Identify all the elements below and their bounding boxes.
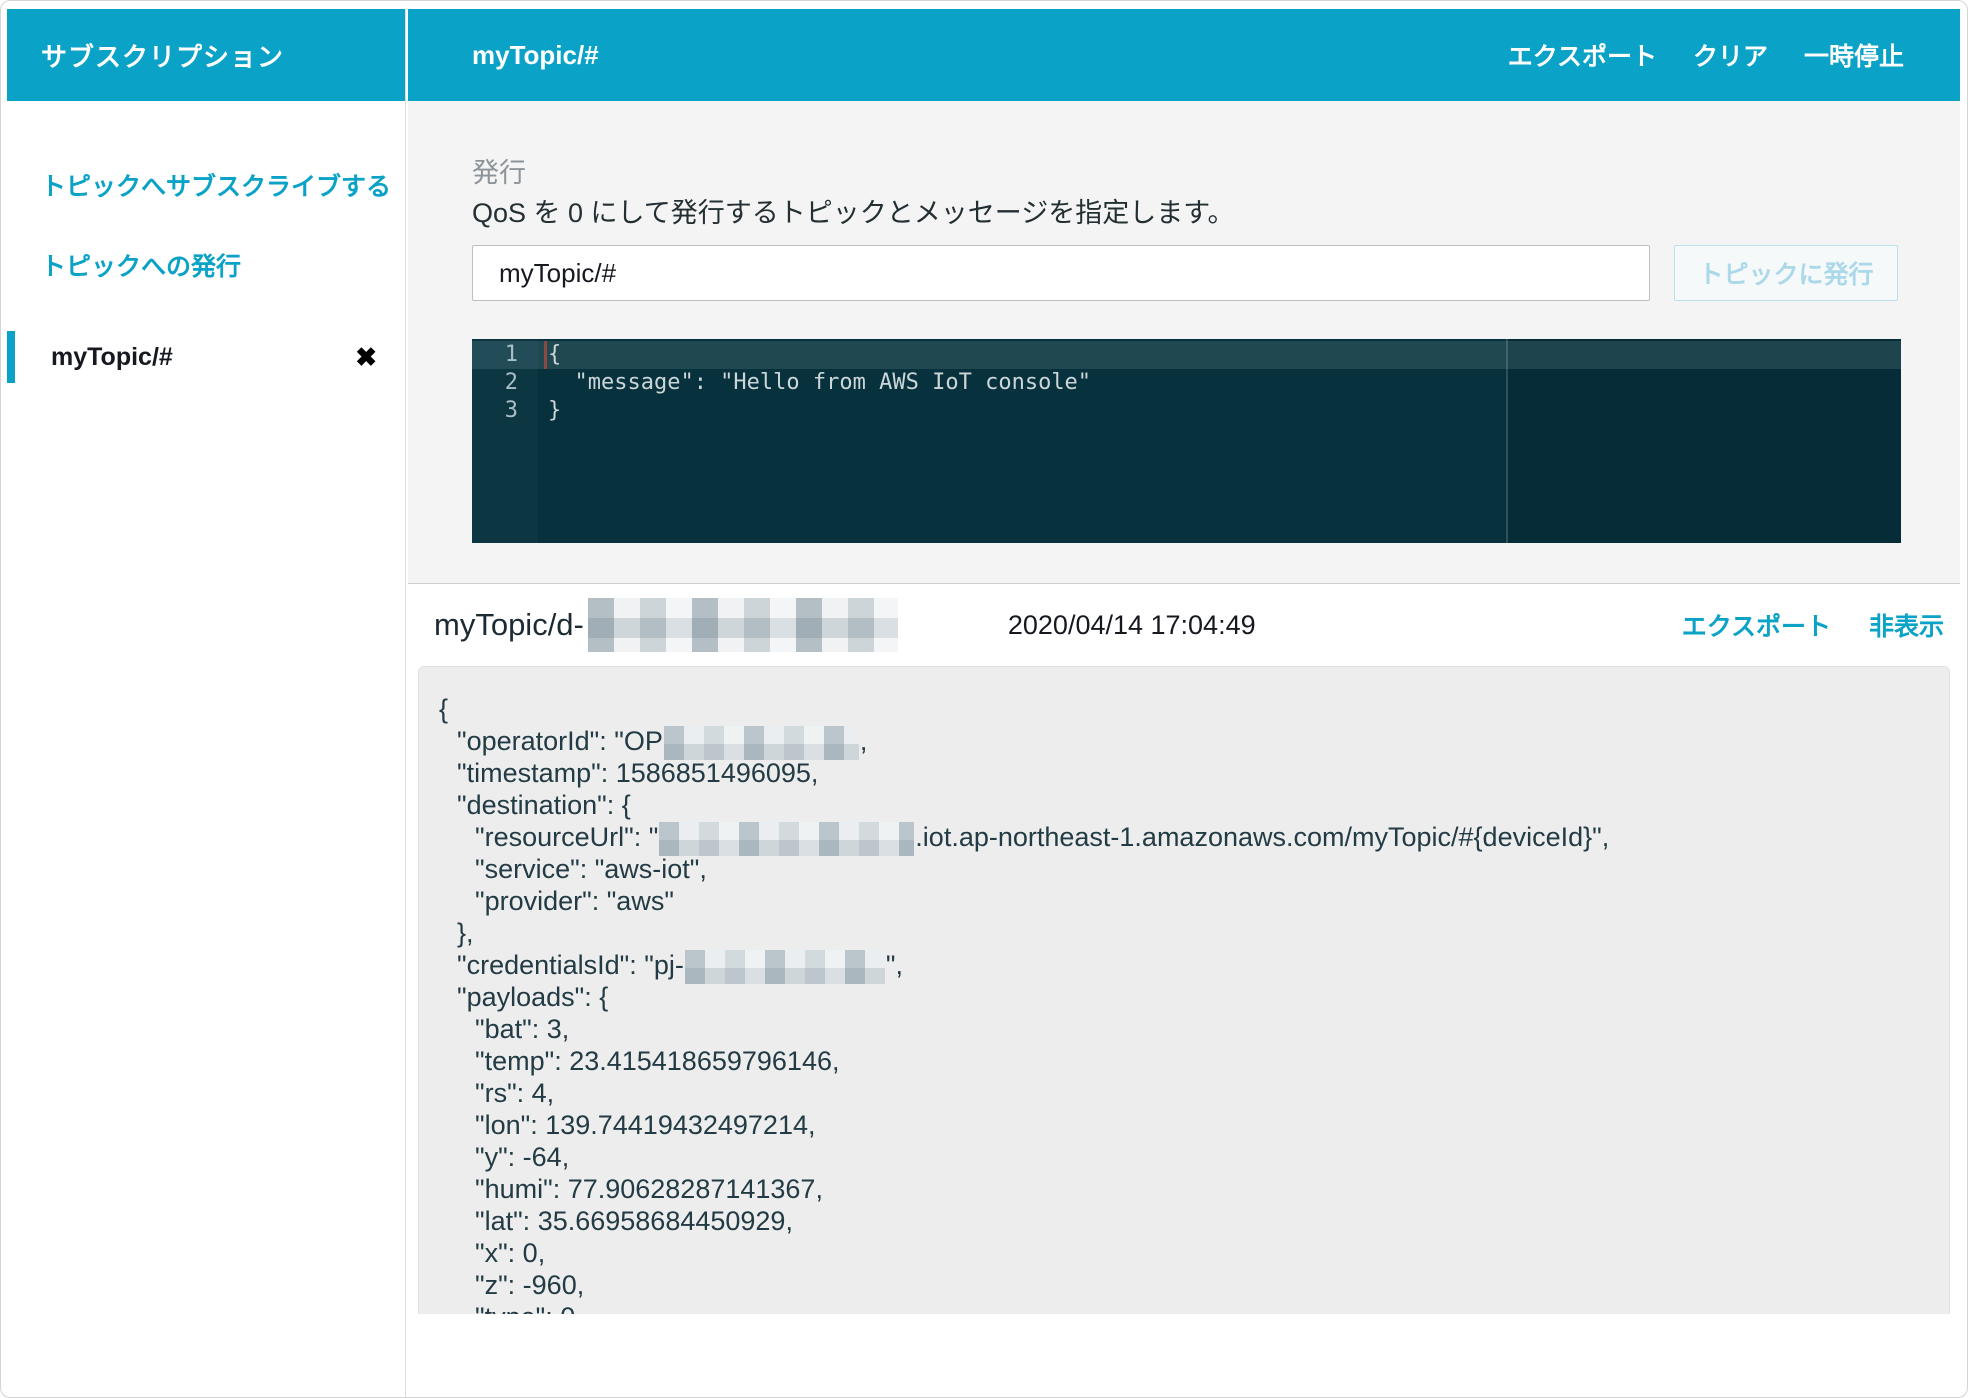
export-button[interactable]: エクスポート bbox=[1508, 37, 1657, 73]
json-text: "rs": 4, bbox=[475, 1078, 555, 1108]
redacted-value bbox=[663, 725, 859, 760]
header-actions: エクスポート クリア 一時停止 bbox=[1508, 37, 1904, 73]
message-hide-button[interactable]: 非表示 bbox=[1869, 607, 1944, 643]
json-text: "y": -64, bbox=[475, 1142, 570, 1172]
clear-button[interactable]: クリア bbox=[1693, 37, 1768, 73]
json-text: "z": -960, bbox=[475, 1270, 585, 1300]
json-line: }, bbox=[439, 917, 1949, 949]
subscribe-to-topic-link[interactable]: トピックへサブスクライブする bbox=[41, 167, 405, 203]
close-icon[interactable]: ✖ bbox=[355, 344, 377, 370]
redacted-device-id bbox=[587, 598, 898, 652]
message-actions: エクスポート 非表示 bbox=[1682, 607, 1944, 643]
json-line: "resourceUrl": " .iot.ap-northeast-1.amaz… bbox=[439, 821, 1949, 856]
publish-description: QoS を 0 にして発行するトピックとメッセージを指定します。 bbox=[472, 198, 1235, 228]
publish-heading: 発行 bbox=[472, 158, 526, 188]
message-header: myTopic/d- 2020/04/14 17:04:49 エクスポート 非表… bbox=[408, 584, 1960, 666]
json-text: .iot.ap-northeast-1.amazonaws.com/myTopi… bbox=[915, 822, 1610, 852]
text-cursor bbox=[544, 341, 547, 369]
editor-lines: 1{2 "message": "Hello from AWS IoT conso… bbox=[472, 341, 1901, 425]
json-text: "lat": 35.66958684450929, bbox=[475, 1206, 793, 1236]
main-panel: myTopic/# エクスポート クリア 一時停止 発行 QoS を 0 にして… bbox=[408, 9, 1960, 1397]
json-text: "lon": 139.74419432497214, bbox=[475, 1110, 816, 1140]
line-number: 1 bbox=[504, 342, 518, 367]
line-number: 3 bbox=[504, 398, 518, 423]
json-text: "x": 0, bbox=[475, 1238, 546, 1268]
json-text: "provider": "aws" bbox=[475, 886, 674, 916]
subscription-label: myTopic/# bbox=[51, 342, 173, 371]
topic-title: myTopic/# bbox=[472, 39, 599, 70]
json-line: { bbox=[439, 693, 1949, 725]
json-line: "operatorId": "OP, bbox=[439, 725, 1949, 760]
json-line: "destination": { bbox=[439, 789, 1949, 821]
message-json: {"operatorId": "OP, "timestamp": 15868514… bbox=[439, 693, 1949, 1314]
editor-line: 3} bbox=[472, 397, 1901, 425]
json-text: "type": 0 bbox=[475, 1302, 575, 1314]
json-line: "temp": 23.415418659796146, bbox=[439, 1045, 1949, 1077]
json-text: "bat": 3, bbox=[475, 1014, 570, 1044]
json-text: "destination": { bbox=[457, 790, 631, 820]
json-line: "rs": 4, bbox=[439, 1077, 1949, 1109]
redacted-value bbox=[684, 949, 885, 984]
sidebar-title: サブスクリプション bbox=[7, 9, 405, 101]
json-line: "lon": 139.74419432497214, bbox=[439, 1109, 1949, 1141]
json-text: "payloads": { bbox=[457, 982, 609, 1012]
topic-header: myTopic/# エクスポート クリア 一時停止 bbox=[408, 9, 1960, 101]
json-text: "operatorId": "OP bbox=[457, 726, 663, 756]
active-indicator bbox=[7, 331, 15, 383]
json-text: "humi": 77.90628287141367, bbox=[475, 1174, 823, 1204]
message-editor[interactable]: 1{2 "message": "Hello from AWS IoT conso… bbox=[472, 339, 1901, 543]
json-line: "credentialsId": "pj- ", bbox=[439, 949, 1949, 984]
json-line: "type": 0 bbox=[439, 1301, 1949, 1314]
publish-section: 発行 QoS を 0 にして発行するトピックとメッセージを指定します。 トピック… bbox=[408, 101, 1960, 584]
json-text: "credentialsId": "pj- bbox=[457, 950, 684, 980]
json-text: ", bbox=[885, 950, 903, 980]
json-text: "resourceUrl": " bbox=[475, 822, 659, 852]
json-text: { bbox=[439, 694, 449, 724]
json-line: "service": "aws-iot", bbox=[439, 853, 1949, 885]
json-line: "lat": 35.66958684450929, bbox=[439, 1205, 1949, 1237]
json-line: "humi": 77.90628287141367, bbox=[439, 1173, 1949, 1205]
json-text: "temp": 23.415418659796146, bbox=[475, 1046, 840, 1076]
json-line: "payloads": { bbox=[439, 981, 1949, 1013]
publish-to-topic-link[interactable]: トピックへの発行 bbox=[41, 247, 405, 283]
code-text: { bbox=[548, 342, 562, 367]
line-number: 2 bbox=[504, 370, 518, 395]
json-text: "service": "aws-iot", bbox=[475, 854, 707, 884]
json-line: "z": -960, bbox=[439, 1269, 1949, 1301]
json-line: "x": 0, bbox=[439, 1237, 1949, 1269]
message-topic-prefix: myTopic/d- bbox=[434, 607, 584, 642]
json-text: , bbox=[859, 726, 868, 756]
editor-line: 1{ bbox=[472, 341, 1901, 369]
message-timestamp: 2020/04/14 17:04:49 bbox=[1007, 609, 1256, 640]
aws-iot-mqtt-test-client: サブスクリプション トピックへサブスクライブする トピックへの発行 myTopi… bbox=[0, 0, 1968, 1398]
received-messages-section: myTopic/d- 2020/04/14 17:04:49 エクスポート 非表… bbox=[408, 584, 1960, 1314]
json-line: "provider": "aws" bbox=[439, 885, 1949, 917]
json-text: "timestamp": 1586851496095, bbox=[457, 758, 819, 788]
editor-line: 2 "message": "Hello from AWS IoT console… bbox=[472, 369, 1901, 397]
publish-to-topic-button[interactable]: トピックに発行 bbox=[1674, 245, 1898, 301]
pause-button[interactable]: 一時停止 bbox=[1804, 37, 1904, 73]
message-export-button[interactable]: エクスポート bbox=[1682, 607, 1831, 643]
subscription-item-mytopic[interactable]: myTopic/# ✖ bbox=[7, 331, 405, 383]
subscriptions-sidebar: サブスクリプション トピックへサブスクライブする トピックへの発行 myTopi… bbox=[7, 9, 406, 1397]
message-payload-box: {"operatorId": "OP, "timestamp": 15868514… bbox=[418, 666, 1950, 1314]
redacted-value bbox=[659, 821, 915, 856]
json-line: "timestamp": 1586851496095, bbox=[439, 757, 1949, 789]
message-topic: myTopic/d- bbox=[434, 598, 898, 652]
json-line: "y": -64, bbox=[439, 1141, 1949, 1173]
code-text: "message": "Hello from AWS IoT console" bbox=[548, 370, 1092, 395]
topic-input[interactable] bbox=[472, 245, 1650, 301]
publish-row: トピックに発行 bbox=[472, 245, 1960, 301]
json-text: }, bbox=[457, 918, 474, 948]
json-line: "bat": 3, bbox=[439, 1013, 1949, 1045]
code-text: } bbox=[548, 398, 562, 423]
